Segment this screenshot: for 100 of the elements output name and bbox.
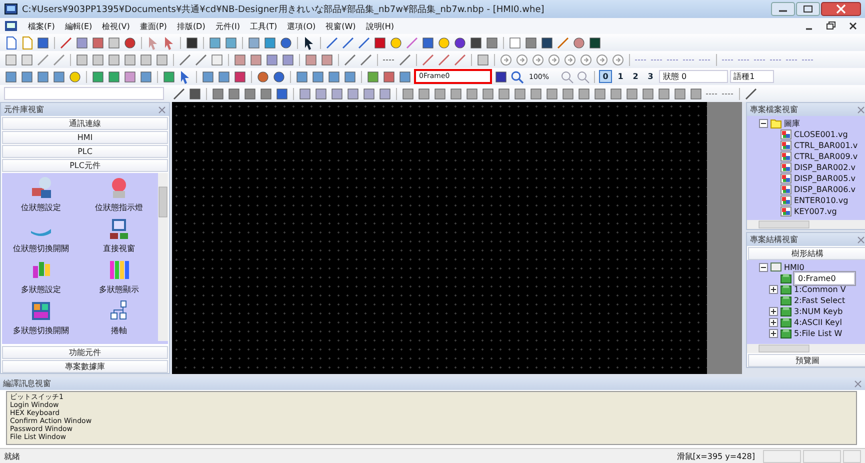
category-button[interactable]: 功能元件 — [2, 346, 168, 359]
zoom-out-icon[interactable] — [576, 70, 590, 84]
component-label[interactable]: 位狀態指示燈 — [95, 202, 143, 213]
line-icon[interactable] — [343, 52, 357, 66]
component-icon[interactable] — [29, 176, 53, 200]
component-label[interactable]: 多狀態設定 — [21, 284, 61, 295]
category-button[interactable]: HMI — [2, 131, 168, 144]
menu-item[interactable]: 說明(H) — [366, 20, 394, 32]
tree-item[interactable]: CLOSE001.vg — [794, 130, 848, 139]
tree-item[interactable]: CTRL_BAR001.v — [794, 141, 858, 150]
line-icon[interactable] — [172, 86, 186, 100]
component-icon[interactable] — [29, 299, 53, 323]
tree-structure-tab[interactable]: 樹形結構 — [748, 247, 865, 260]
square-icon[interactable] — [263, 36, 277, 50]
component-label[interactable]: 位狀態設定 — [21, 202, 61, 213]
circle-icon[interactable] — [437, 36, 451, 50]
menu-item[interactable]: 工具(T) — [250, 20, 278, 32]
category-button[interactable]: 通訊連線 — [2, 117, 168, 130]
close-icon[interactable] — [847, 20, 859, 32]
line-icon[interactable] — [437, 52, 451, 66]
close-icon[interactable] — [821, 2, 861, 16]
line-icon[interactable] — [325, 36, 339, 50]
preview-tab[interactable]: 預覽圖 — [748, 354, 865, 367]
category-button[interactable]: 專案數據庫 — [2, 360, 168, 373]
menu-item[interactable]: 選項(O) — [287, 20, 316, 32]
line-icon[interactable] — [357, 36, 371, 50]
component-label[interactable]: 位狀態切換開關 — [13, 243, 69, 254]
menu-item[interactable]: 視窗(W) — [326, 20, 356, 32]
line-icon[interactable] — [341, 36, 355, 50]
tree-item[interactable]: 0:Frame0 — [794, 272, 855, 285]
menu-item[interactable]: 元件(I) — [215, 20, 240, 32]
circle-icon[interactable] — [68, 70, 82, 84]
zoom-icon[interactable] — [510, 70, 524, 84]
square-icon[interactable] — [469, 36, 483, 50]
circle-icon[interactable] — [279, 36, 293, 50]
menu-item[interactable]: 編輯(E) — [64, 20, 92, 32]
line-icon[interactable] — [556, 36, 570, 50]
state-dropdown[interactable]: 狀態 0 — [659, 70, 728, 83]
tree-item[interactable]: 5:File List W — [794, 329, 842, 338]
menu-item[interactable]: 排版(D) — [176, 20, 206, 32]
component-icon[interactable] — [107, 217, 131, 241]
square-icon[interactable] — [421, 36, 435, 50]
component-label[interactable]: 直接視窗 — [103, 243, 135, 254]
language-dropdown[interactable]: 語種1 — [730, 70, 774, 83]
component-icon[interactable] — [107, 258, 131, 282]
restore-icon[interactable] — [825, 20, 837, 32]
tree-item[interactable]: ENTER010.vg — [794, 196, 848, 205]
circle-icon[interactable] — [572, 36, 586, 50]
tree-item[interactable]: 3:NUM Keyb — [794, 307, 843, 316]
line-icon[interactable] — [398, 52, 412, 66]
menu-item[interactable]: 畫面(P) — [140, 20, 167, 32]
square-icon[interactable] — [36, 36, 50, 50]
square-icon[interactable] — [227, 86, 241, 100]
line-icon[interactable] — [359, 52, 373, 66]
component-label[interactable]: 多狀態顯示 — [99, 284, 139, 295]
component-label[interactable]: 捲軸 — [111, 325, 127, 336]
square-icon[interactable] — [243, 86, 257, 100]
state-button[interactable]: 3 — [644, 70, 658, 83]
expand-icon[interactable] — [769, 329, 778, 338]
line-icon[interactable] — [194, 52, 208, 66]
expand-icon[interactable] — [769, 307, 778, 316]
tree-item[interactable]: 1:Common V — [794, 285, 846, 294]
line-icon[interactable] — [178, 52, 192, 66]
square-icon[interactable] — [494, 70, 508, 84]
line-icon[interactable] — [59, 36, 73, 50]
menu-item[interactable]: 檔案(F) — [28, 20, 55, 32]
tree-item[interactable]: DISP_BAR002.v — [794, 163, 856, 172]
line-icon[interactable] — [453, 52, 467, 66]
square-icon[interactable] — [588, 36, 602, 50]
state-button[interactable]: 1 — [614, 70, 628, 83]
component-label[interactable]: 多狀態切換開關 — [13, 325, 69, 336]
circle-icon[interactable] — [389, 36, 403, 50]
circle-icon[interactable] — [453, 36, 467, 50]
tree-item[interactable]: 圖庫 — [784, 118, 800, 129]
square-icon[interactable] — [540, 36, 554, 50]
square-icon[interactable] — [211, 86, 225, 100]
collapse-icon[interactable] — [759, 119, 768, 128]
square-icon[interactable] — [188, 86, 202, 100]
tree-item[interactable]: 2:Fast Select — [794, 296, 846, 305]
square-icon[interactable] — [259, 86, 273, 100]
line-icon[interactable] — [421, 52, 435, 66]
square-icon[interactable] — [275, 86, 289, 100]
tree-item[interactable]: DISP_BAR006.v — [794, 185, 856, 194]
line-icon[interactable] — [405, 36, 419, 50]
tree-item[interactable]: DISP_BAR005.v — [794, 174, 856, 183]
category-button[interactable]: PLC元件 — [2, 159, 168, 172]
tree-item[interactable]: CTRL_BAR009.v — [794, 152, 858, 161]
tree-item[interactable]: HMI0 — [784, 263, 804, 272]
tree-item[interactable]: KEY007.vg — [794, 207, 837, 216]
minimize-icon[interactable] — [771, 2, 795, 16]
square-icon[interactable] — [233, 70, 247, 84]
square-icon[interactable] — [91, 36, 105, 50]
square-icon[interactable] — [373, 36, 387, 50]
category-button[interactable]: PLC — [2, 145, 168, 158]
square-icon[interactable] — [382, 70, 396, 84]
square-icon[interactable] — [185, 36, 199, 50]
maximize-icon[interactable] — [796, 2, 820, 16]
collapse-icon[interactable] — [759, 263, 768, 272]
circle-icon[interactable] — [123, 36, 137, 50]
square-icon[interactable] — [524, 36, 538, 50]
